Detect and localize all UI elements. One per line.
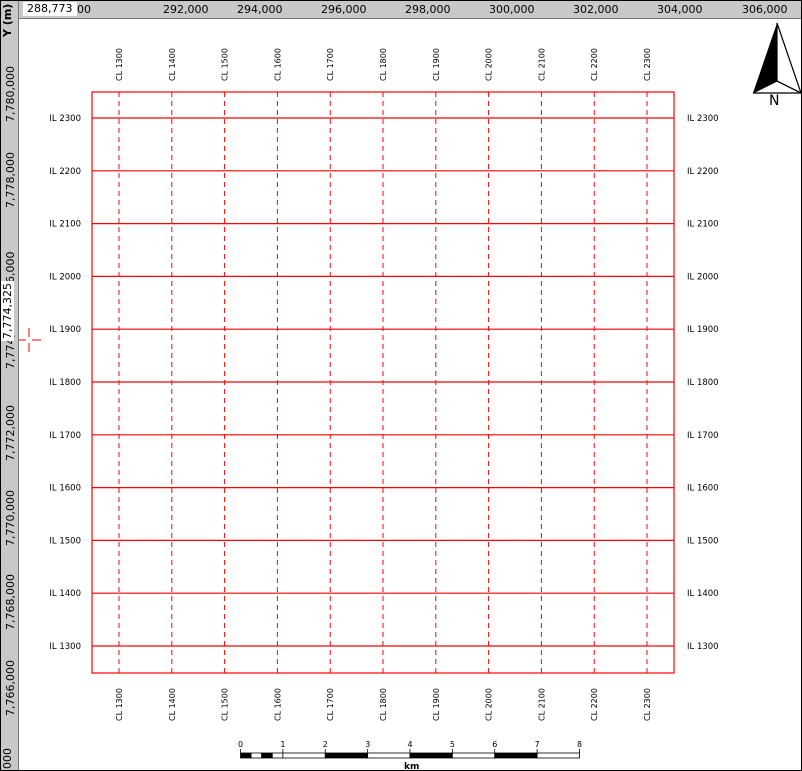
inline-label-left: IL 1900 (49, 325, 81, 335)
crossline-label-bottom: CL 2100 (537, 688, 546, 721)
x-ruler-tick-label: 306,000 (742, 3, 788, 16)
scale-bar-segment (451, 752, 496, 759)
scale-bar-segment (494, 752, 538, 759)
scale-bar-segment (261, 752, 273, 759)
crossline-label-bottom: CL 1700 (326, 688, 335, 721)
scale-bar-segment (282, 752, 326, 759)
crossline-label-bottom: CL 1400 (168, 688, 177, 721)
inline-label-left: IL 1300 (49, 642, 81, 652)
x-ruler-tick-label: 296,000 (321, 3, 367, 16)
crossline-label-top: CL 1400 (168, 48, 177, 81)
crossline-label-bottom: CL 1300 (115, 688, 124, 721)
cursor-x-readout: 288,773 (23, 2, 77, 16)
north-label: N (769, 93, 779, 109)
y-ruler-tick-label: 7,766,000 (4, 660, 17, 716)
scale-bar-label: 2 (323, 740, 328, 749)
x-ruler-tick-label: 292,000 (163, 3, 209, 16)
inline-label-left: IL 1500 (49, 536, 81, 546)
inline-label-left: IL 2300 (49, 114, 81, 124)
x-ruler-tick-label: 294,000 (237, 3, 283, 16)
y-ruler-edge-label: 000 (1, 748, 14, 769)
scale-bar-label: 6 (492, 740, 497, 749)
scale-bar-label: 4 (407, 740, 412, 749)
crossline-label-bottom: CL 1500 (221, 688, 230, 721)
crossline-label-bottom: CL 1900 (432, 688, 441, 721)
scale-bar-segment (367, 752, 411, 759)
inline-label-right: IL 1900 (687, 325, 719, 335)
inline-label-right: IL 2300 (687, 114, 719, 124)
crossline-label-bottom: CL 2000 (485, 688, 494, 721)
y-axis-title: Y (m) (1, 3, 14, 37)
crossline-label-top: CL 2000 (485, 48, 494, 81)
crossline-label-top: CL 1900 (432, 48, 441, 81)
scale-bar-label: 7 (535, 740, 540, 749)
scale-bar: 0 1 2 3 4 5 6 7 8 km (238, 740, 582, 770)
scale-bar-blocks (240, 752, 580, 759)
scale-bar-segment (240, 752, 252, 759)
inline-label-right: IL 1800 (687, 378, 719, 388)
crossline-label-top: CL 1600 (273, 48, 282, 81)
scale-bar-label: 0 (238, 740, 243, 749)
scale-bar-label: 8 (577, 740, 582, 749)
inline-label-left: IL 1800 (49, 378, 81, 388)
inline-label-right: IL 1400 (687, 589, 719, 599)
inline-label-right: IL 2000 (687, 272, 719, 282)
x-ruler-tick-label: 298,000 (405, 3, 451, 16)
scale-bar-segment (271, 752, 284, 759)
scale-bar-ticks: 0 1 2 3 4 5 6 7 8 (238, 740, 582, 753)
inline-label-left: IL 2100 (49, 220, 81, 230)
inline-label-right: IL 1300 (687, 642, 719, 652)
y-ruler-tick-label: 7,770,000 (4, 490, 17, 546)
crossline-label-top: CL 2100 (537, 48, 546, 81)
crossline-label-top: CL 1300 (115, 48, 124, 81)
crossline-label-top: CL 1700 (326, 48, 335, 81)
crossline-label-bottom: CL 1600 (273, 688, 282, 721)
inline-label-right: IL 1600 (687, 484, 719, 494)
scale-bar-segment (324, 752, 369, 759)
scale-bar-segment (250, 752, 263, 759)
inline-label-right: IL 2100 (687, 220, 719, 230)
inline-label-left: IL 1600 (49, 484, 81, 494)
inline-label-right: IL 1500 (687, 536, 719, 546)
crossline-label-bottom: CL 2200 (590, 688, 599, 721)
crossline-label-top: CL 2200 (590, 48, 599, 81)
map-canvas[interactable]: CL 1300 CL 1300 CL 1400 CL 1400 CL 1500 CL 15… (0, 0, 802, 771)
grid-labels: CL 1300 CL 1300 CL 1400 CL 1400 CL 1500 CL 15… (49, 48, 718, 721)
survey-grid (91, 91, 675, 674)
crossline-label-bottom: CL 2300 (643, 688, 652, 721)
x-ruler-tick-label: 302,000 (573, 3, 619, 16)
north-arrow-icon: N (752, 22, 801, 109)
inline-label-right: IL 2200 (687, 167, 719, 177)
scale-bar-label: 1 (280, 740, 285, 749)
y-ruler-tick-label: 7,768,000 (4, 574, 17, 630)
scale-bar-label: 5 (450, 740, 455, 749)
scale-bar-segment (536, 752, 580, 759)
x-ruler-tick-label: 300,000 (489, 3, 535, 16)
inline-label-left: IL 2200 (49, 167, 81, 177)
x-ruler-tick-label: 304,000 (657, 3, 703, 16)
y-ruler-tick-label: 7,780,000 (4, 66, 17, 122)
crossline-label-top: CL 1500 (221, 48, 230, 81)
inline-label-left: IL 2000 (49, 272, 81, 282)
crosshair-icon (17, 328, 41, 352)
crossline-label-top: CL 1800 (379, 48, 388, 81)
scale-bar-label: 3 (365, 740, 370, 749)
inline-label-left: IL 1400 (49, 589, 81, 599)
map-drawing[interactable]: CL 1300 CL 1300 CL 1400 CL 1400 CL 1500 CL 15… (1, 1, 801, 770)
crossline-label-bottom: CL 1800 (379, 688, 388, 721)
crossline-label-top: CL 2300 (643, 48, 652, 81)
y-ruler-tick-label: 7,778,000 (4, 152, 17, 208)
inline-label-right: IL 1700 (687, 431, 719, 441)
inline-label-left: IL 1700 (49, 431, 81, 441)
cursor-y-readout: 7,774,325 (1, 281, 14, 341)
x-ruler-tick-label: 00 (77, 3, 91, 16)
scale-bar-unit: km (404, 762, 419, 770)
y-ruler-tick-label: 7,772,000 (4, 405, 17, 461)
scale-bar-segment (409, 752, 453, 759)
